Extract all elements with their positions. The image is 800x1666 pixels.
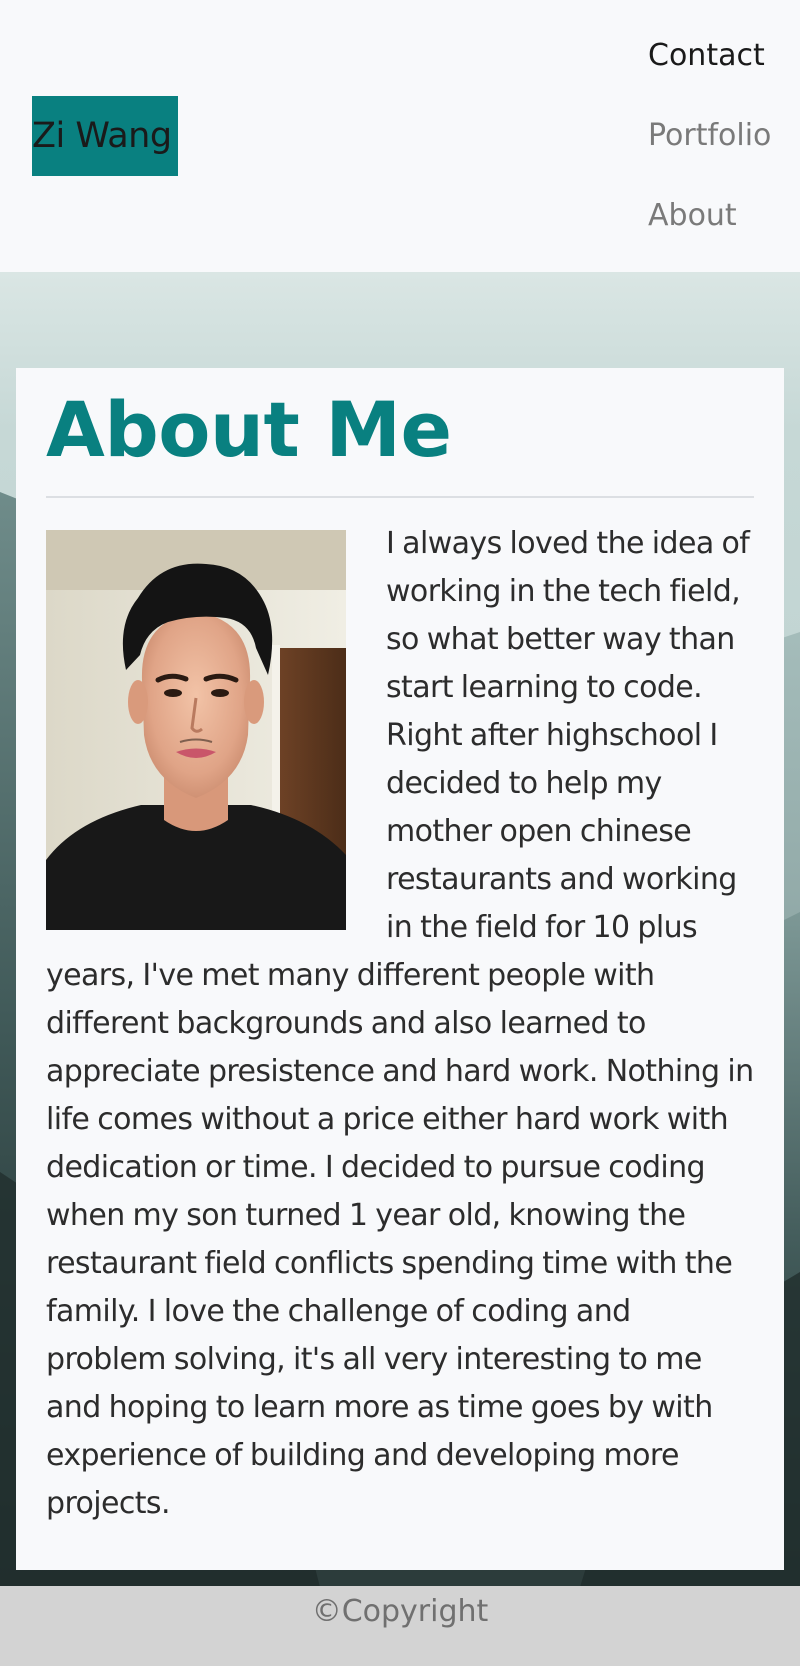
about-title: About Me (46, 385, 452, 474)
nav-link-contact[interactable]: Contact (648, 28, 771, 108)
footer: ©Copyright (0, 1586, 800, 1666)
nav-item-contact: Contact (648, 28, 771, 108)
profile-photo (46, 530, 346, 930)
navbar: Zi Wang Contact Portfolio About (0, 0, 800, 272)
brand-logo-link[interactable]: Zi Wang (32, 96, 178, 176)
nav-item-portfolio: Portfolio (648, 108, 771, 188)
nav-menu: Contact Portfolio About (648, 28, 771, 268)
about-card: About Me I always loved the idea of work… (16, 368, 784, 1570)
nav-link-portfolio[interactable]: Portfolio (648, 108, 771, 188)
nav-link-about[interactable]: About (648, 188, 771, 268)
title-divider (46, 496, 754, 498)
nav-item-about: About (648, 188, 771, 268)
copyright-text: ©Copyright (311, 1594, 489, 1629)
portrait-photo-icon (46, 530, 346, 930)
about-body: I always loved the idea of working in th… (46, 526, 754, 1528)
